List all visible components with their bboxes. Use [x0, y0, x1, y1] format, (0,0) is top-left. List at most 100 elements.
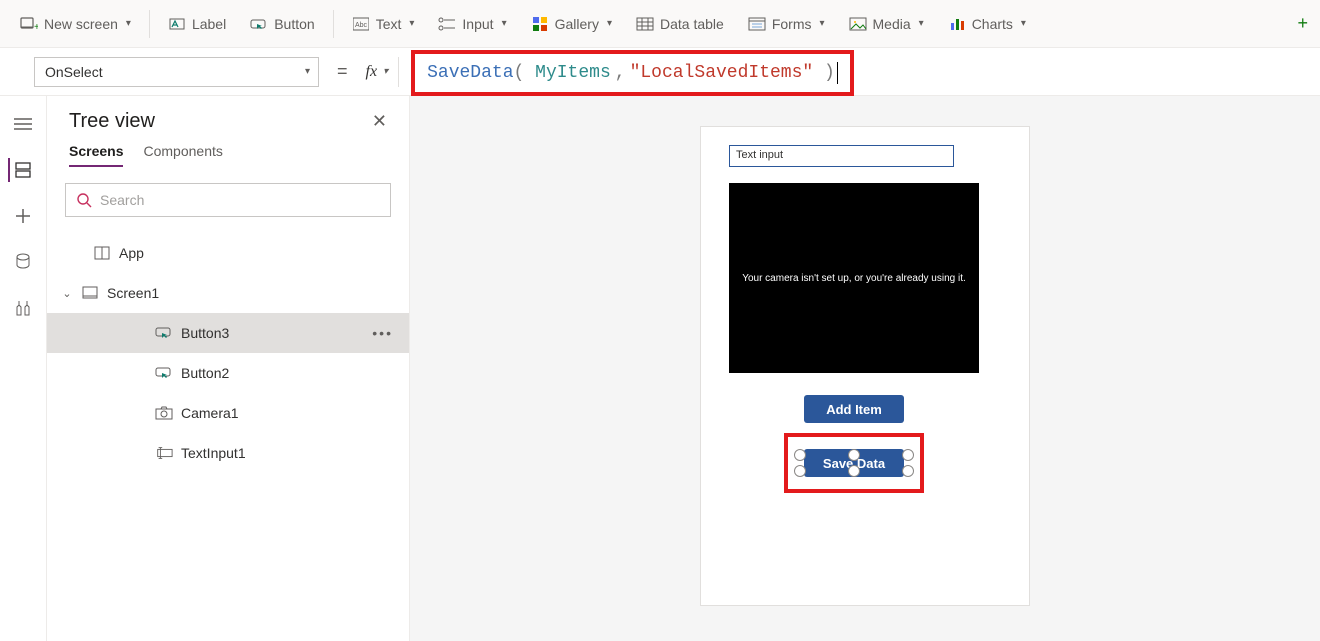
screen-plus-icon: +	[20, 15, 38, 33]
formula-arg2: "LocalSavedItems"	[630, 63, 814, 83]
comma: ,	[611, 63, 630, 83]
data-icon[interactable]	[11, 250, 35, 274]
label-icon	[168, 15, 186, 33]
screen-icon	[81, 284, 99, 302]
insert-input-menu[interactable]: Input ▾	[428, 9, 516, 39]
fx-button[interactable]: fx ▾	[366, 57, 400, 87]
insert-forms-menu[interactable]: Forms ▾	[738, 9, 835, 39]
app-icon	[93, 244, 111, 262]
insert-icon[interactable]	[11, 204, 35, 228]
charts-icon	[948, 15, 966, 33]
formula-arg1: MyItems	[535, 63, 611, 83]
tree-item-camera1[interactable]: Camera1	[47, 393, 409, 433]
insert-media-menu[interactable]: Media ▾	[839, 9, 934, 39]
button-icon	[155, 364, 173, 382]
formula-function: SaveData	[427, 63, 513, 83]
fx-icon: fx	[366, 63, 378, 81]
paren-close: )	[824, 63, 835, 83]
insert-datatable[interactable]: Data table	[626, 9, 734, 39]
button-icon	[155, 324, 173, 342]
tree-item-screen1[interactable]: ⌄ Screen1	[47, 273, 409, 313]
chevron-down-icon: ▾	[383, 66, 388, 77]
button-icon	[250, 15, 268, 33]
separator	[333, 10, 334, 38]
svg-text:Abc: Abc	[355, 22, 368, 29]
new-screen-menu[interactable]: + New screen ▾	[10, 9, 141, 39]
insert-label[interactable]: Label	[158, 9, 236, 39]
add-item-button[interactable]: Add Item	[804, 395, 904, 423]
main-area: Tree view ✕ Screens Components Search Ap…	[0, 96, 1320, 641]
chevron-down-icon: ▾	[502, 18, 507, 29]
chevron-down-icon: ▾	[1021, 18, 1026, 29]
formula-input[interactable]: SaveData( MyItems,"LocalSavedItems" )	[411, 50, 854, 96]
tree-view-icon[interactable]	[8, 158, 32, 182]
insert-gallery-label: Gallery	[555, 16, 599, 32]
search-icon	[76, 192, 92, 208]
insert-gallery-menu[interactable]: Gallery ▾	[521, 9, 622, 39]
text-input-control[interactable]: Text input	[729, 145, 954, 167]
selected-control-highlight: Save Data	[784, 433, 924, 493]
tree-item-button2[interactable]: Button2	[47, 353, 409, 393]
tree-item-button3[interactable]: Button3 •••	[47, 313, 409, 353]
tree-item-label: Camera1	[181, 405, 239, 421]
property-selector[interactable]: OnSelect ▾	[34, 57, 319, 87]
insert-input-label: Input	[462, 16, 493, 32]
insert-button[interactable]: Button	[240, 9, 324, 39]
chevron-down-icon[interactable]: ⌄	[61, 287, 73, 300]
insert-datatable-label: Data table	[660, 16, 724, 32]
canvas[interactable]: Text input Your camera isn't set up, or …	[410, 96, 1320, 641]
tree-item-label: TextInput1	[181, 445, 246, 461]
new-screen-label: New screen	[44, 16, 118, 32]
insert-charts-menu[interactable]: Charts ▾	[938, 9, 1036, 39]
tree-tabs: Screens Components	[47, 143, 409, 175]
gallery-icon	[531, 15, 549, 33]
add-control-icon[interactable]: +	[1297, 13, 1310, 34]
tree-header: Tree view ✕	[47, 110, 409, 143]
tree-list: App ⌄ Screen1 Button3 ••• Button2 Camera…	[47, 227, 409, 473]
tree-item-textinput1[interactable]: TextInput1	[47, 433, 409, 473]
equals-sign: =	[331, 61, 354, 82]
hamburger-icon[interactable]	[11, 112, 35, 136]
insert-text-menu[interactable]: Abc Text ▾	[342, 9, 425, 39]
chevron-down-icon: ▾	[305, 66, 310, 77]
screen-preview: Text input Your camera isn't set up, or …	[700, 126, 1030, 606]
separator	[149, 10, 150, 38]
forms-icon	[748, 15, 766, 33]
text-caret	[837, 62, 838, 84]
ribbon-toolbar: + New screen ▾ Label Button Abc Text ▾ I…	[0, 0, 1320, 48]
chevron-down-icon: ▾	[919, 18, 924, 29]
tab-components[interactable]: Components	[143, 143, 222, 167]
close-icon[interactable]: ✕	[372, 111, 387, 132]
insert-charts-label: Charts	[972, 16, 1013, 32]
input-icon	[438, 15, 456, 33]
tree-item-app[interactable]: App	[47, 233, 409, 273]
text-input-icon	[155, 444, 173, 462]
camera-icon	[155, 404, 173, 422]
tab-screens[interactable]: Screens	[69, 143, 123, 167]
save-data-button[interactable]: Save Data	[804, 449, 904, 477]
search-input[interactable]: Search	[65, 183, 391, 217]
tree-view-panel: Tree view ✕ Screens Components Search Ap…	[47, 96, 410, 641]
media-icon	[849, 15, 867, 33]
tree-title: Tree view	[69, 110, 155, 133]
search-placeholder: Search	[100, 192, 144, 208]
tree-item-label: Button2	[181, 365, 229, 381]
camera-control[interactable]: Your camera isn't set up, or you're alre…	[729, 183, 979, 373]
chevron-down-icon: ▾	[409, 18, 414, 29]
tree-item-label: App	[119, 245, 144, 261]
paren-open: (	[514, 63, 525, 83]
insert-button-text: Button	[274, 16, 314, 32]
chevron-down-icon: ▾	[607, 18, 612, 29]
tree-item-label: Screen1	[107, 285, 159, 301]
formula-bar: OnSelect ▾ = fx ▾ SaveData( MyItems,"Loc…	[0, 48, 1320, 96]
tools-icon[interactable]	[11, 296, 35, 320]
camera-message: Your camera isn't set up, or you're alre…	[742, 273, 966, 284]
more-icon[interactable]: •••	[372, 325, 393, 341]
text-icon: Abc	[352, 15, 370, 33]
property-name: OnSelect	[45, 64, 103, 80]
left-rail	[0, 96, 47, 641]
insert-media-label: Media	[873, 16, 911, 32]
insert-text-label: Text	[376, 16, 402, 32]
chevron-down-icon: ▾	[126, 18, 131, 29]
chevron-down-icon: ▾	[819, 18, 824, 29]
